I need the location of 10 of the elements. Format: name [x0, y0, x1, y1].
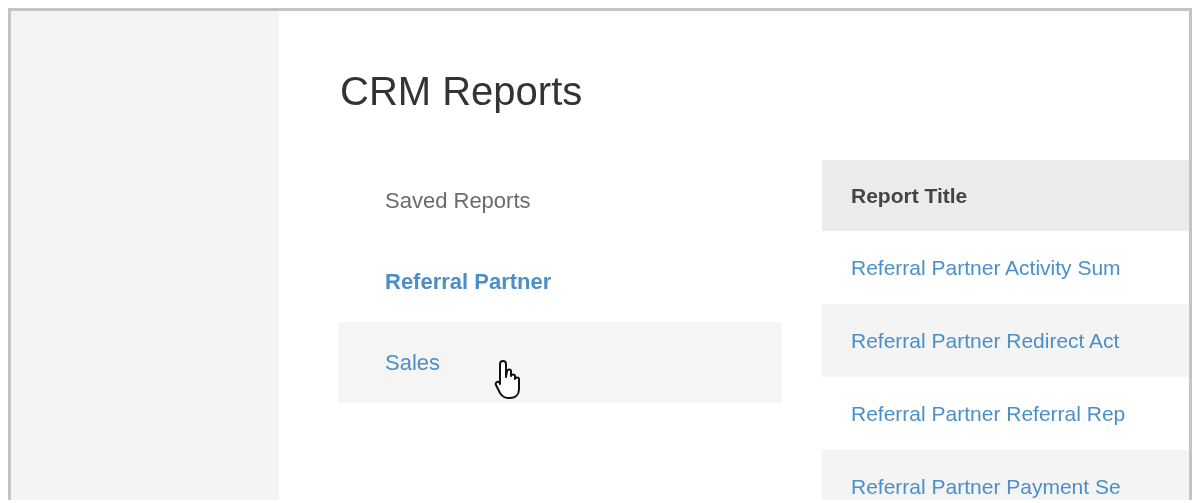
- report-link[interactable]: Referral Partner Referral Rep: [851, 401, 1126, 426]
- sidebar-label: Saved Reports: [385, 187, 531, 214]
- sidebar-item[interactable]: Saved Reports: [338, 160, 782, 241]
- sidebar-label: Referral Partner: [385, 268, 552, 295]
- page-title: CRM Reports: [340, 69, 584, 113]
- report-link[interactable]: Referral Partner Activity Sum: [851, 255, 1121, 280]
- sidebar-label: Sales: [385, 349, 441, 376]
- sidebar-item[interactable]: Sales: [338, 322, 782, 403]
- column-header: Report Title: [822, 160, 1189, 231]
- sidebar-item[interactable]: Referral Partner: [338, 241, 782, 322]
